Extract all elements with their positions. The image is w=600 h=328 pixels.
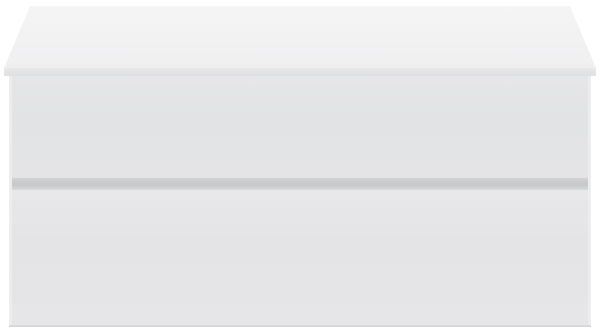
upper-drawer [9, 76, 591, 178]
drawer-handle-gap [9, 178, 591, 190]
vanity-unit [0, 0, 600, 328]
left-edge-highlight [9, 76, 12, 326]
bottom-edge [9, 325, 591, 327]
product-image [0, 0, 600, 328]
right-edge-highlight [588, 76, 591, 326]
countertop-front-edge [4, 68, 596, 76]
lower-drawer [9, 190, 591, 326]
countertop-top-surface [4, 6, 596, 68]
